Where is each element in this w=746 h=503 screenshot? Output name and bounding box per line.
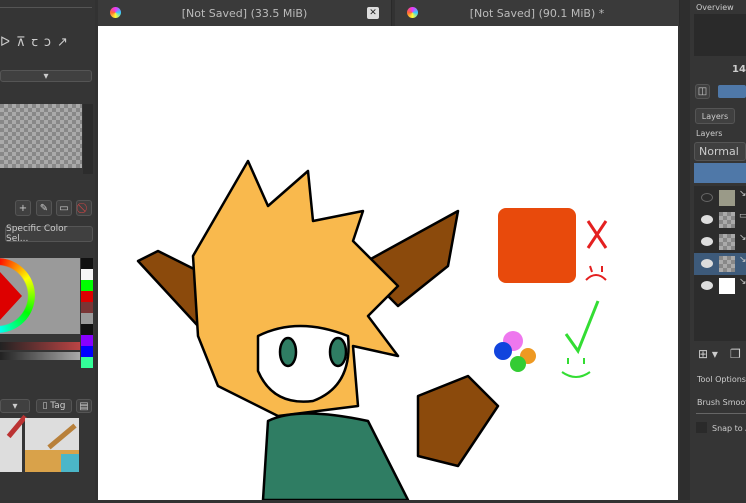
overview-title: Overview <box>696 3 734 12</box>
left-docker: ᐅ⊼ꞇↄ↗ ▾ + ✎ ▭ ⃠ Specific Color Sel... ▾ … <box>0 0 95 500</box>
reference-image-wrong <box>498 208 576 283</box>
layer-thumbnail <box>719 256 735 272</box>
color-swatch[interactable] <box>81 291 93 302</box>
krita-logo-icon <box>110 7 121 18</box>
tab-specific-color-selector[interactable]: Specific Color Sel... <box>5 224 93 244</box>
color-swatch[interactable] <box>81 258 93 269</box>
color-wheel-selector[interactable] <box>0 258 80 334</box>
layers-label: Layers <box>696 129 723 138</box>
mirror-view-icon[interactable]: ◫ <box>695 84 710 99</box>
zoom-slider[interactable] <box>718 85 746 98</box>
drawing-canvas[interactable] <box>98 26 678 502</box>
view-mode-button[interactable]: ▤ <box>76 399 92 413</box>
brush-smoothing-label: Brush Smooth <box>697 398 746 407</box>
layer-row[interactable]: ↘ <box>694 187 746 209</box>
color-swatch[interactable] <box>81 280 93 291</box>
layer-row[interactable]: ↘ <box>694 253 746 275</box>
blend-mode-dropdown[interactable]: Normal <box>694 142 746 161</box>
eye-icon[interactable] <box>701 215 713 224</box>
happy-face <box>561 358 591 378</box>
layer-thumbnail <box>719 234 735 250</box>
eye-icon[interactable] <box>701 259 713 268</box>
color-swatch[interactable] <box>81 335 93 346</box>
color-swatch[interactable] <box>81 302 93 313</box>
layer-row[interactable]: ↘ <box>694 275 746 297</box>
slider-red[interactable] <box>0 342 80 350</box>
add-button[interactable]: + <box>15 200 31 216</box>
brush-preset-pencil-red[interactable] <box>0 414 28 472</box>
color-swatch[interactable] <box>81 269 93 280</box>
pattern-preview[interactable] <box>0 104 82 168</box>
layer-row[interactable]: ↘ <box>694 231 746 253</box>
scrollbar[interactable] <box>83 104 93 174</box>
hoodie <box>261 412 410 502</box>
canvas-scrollbar[interactable] <box>680 0 690 500</box>
snap-label: Snap to A <box>712 424 746 433</box>
tab-layers[interactable]: Layers <box>695 108 735 124</box>
eye-icon[interactable] <box>701 237 713 246</box>
eye-hidden-icon[interactable] <box>701 193 713 202</box>
edit-icon[interactable]: ✎ <box>36 200 52 216</box>
brush-preset-pencil-ochre[interactable] <box>25 418 79 472</box>
eye-icon[interactable] <box>701 281 713 290</box>
document-tab-1[interactable]: [Not Saved] (33.5 MiB) ✕ <box>98 0 392 26</box>
right-docker: Overview 141 ◫ Layers Layers Normal ↘▭↘↘… <box>690 0 746 500</box>
opacity-slider[interactable] <box>694 163 746 183</box>
group-layer-icon: ▭ <box>739 211 746 221</box>
saturation-triangle[interactable] <box>0 272 22 320</box>
color-swatch[interactable] <box>81 346 93 357</box>
zoom-value: 141 <box>732 64 746 75</box>
layer-thumbnail <box>719 278 735 294</box>
duplicate-layer-icon[interactable]: ❐ <box>730 347 741 361</box>
krita-logo-icon <box>407 7 418 18</box>
slider-value[interactable] <box>0 352 80 360</box>
add-layer-button[interactable]: ⊞ ▾ <box>698 347 718 361</box>
tag-button[interactable]: ▯ Tag <box>36 399 72 413</box>
color-scribble <box>494 331 536 372</box>
folder-icon[interactable]: ▭ <box>56 200 72 216</box>
paint-layer-icon: ↘ <box>739 255 746 265</box>
tool-options-title: Tool Options <box>697 375 746 384</box>
brush-tool-icons[interactable]: ᐅ⊼ꞇↄ↗ <box>0 32 74 50</box>
paint-layer-icon: ↘ <box>739 277 746 287</box>
layer-row[interactable]: ▭ <box>694 209 746 231</box>
check-mark <box>564 300 600 355</box>
layer-thumbnail <box>719 190 735 206</box>
block-icon[interactable]: ⃠ <box>76 200 92 216</box>
color-swatch[interactable] <box>81 357 93 368</box>
overview-preview[interactable] <box>694 14 746 56</box>
color-swatch[interactable] <box>81 324 93 335</box>
preset-dropdown[interactable]: ▾ <box>0 70 92 82</box>
paint-layer-icon: ↘ <box>739 189 746 199</box>
divider <box>696 413 746 414</box>
tag-filter-dropdown[interactable]: ▾ <box>0 399 30 413</box>
sad-face <box>585 265 607 281</box>
document-tab-2[interactable]: [Not Saved] (90.1 MiB) * <box>395 0 680 26</box>
layer-list: ↘ ▭ ↘ ↘ ↘ <box>694 186 746 341</box>
artwork <box>136 159 608 502</box>
fox-eye-left <box>278 336 298 368</box>
x-mark <box>586 220 608 249</box>
close-icon[interactable]: ✕ <box>367 7 379 19</box>
color-swatches <box>81 258 93 368</box>
docker-header <box>0 0 92 8</box>
paw <box>416 374 500 468</box>
paint-layer-icon: ↘ <box>739 233 746 243</box>
snap-checkbox[interactable] <box>696 422 707 433</box>
fox-eye-right <box>328 336 348 368</box>
layer-thumbnail <box>719 212 735 228</box>
color-swatch[interactable] <box>81 313 93 324</box>
